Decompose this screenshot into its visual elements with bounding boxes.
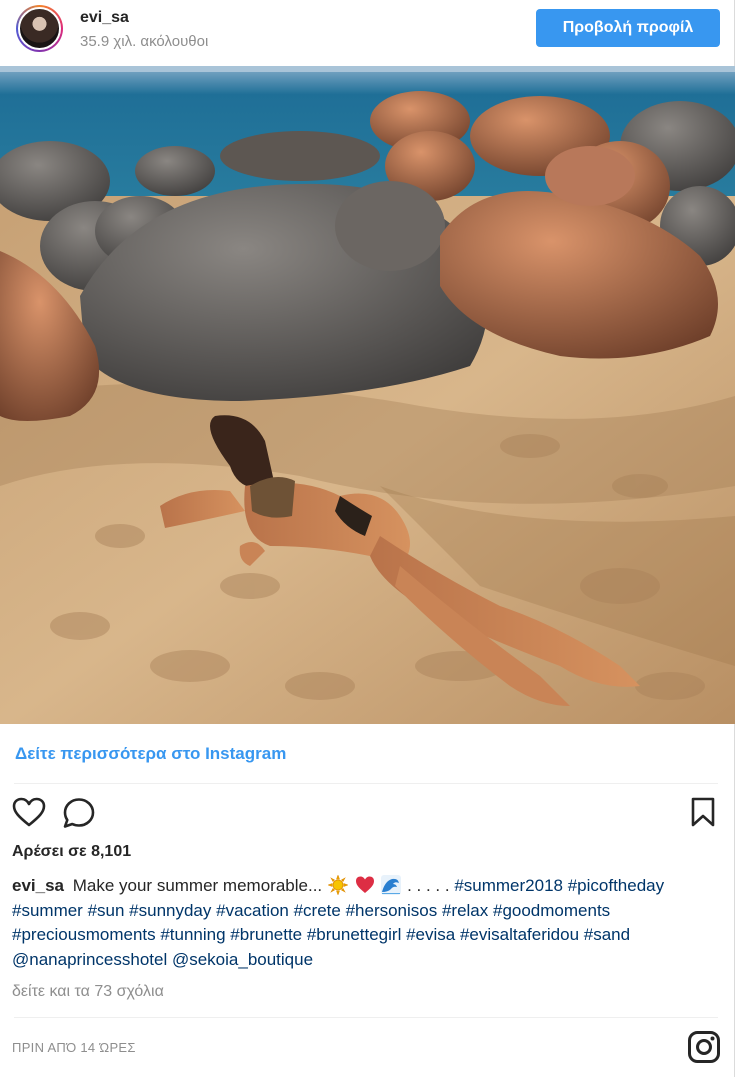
instagram-embed-card: evi_sa 35.9 χιλ. ακόλουθοι Προβολή προφί… (0, 0, 735, 1077)
caption-username[interactable]: evi_sa (12, 876, 64, 895)
follower-count: 35.9 χιλ. ακόλουθοι (80, 33, 209, 50)
wave-emoji-icon (381, 875, 402, 895)
like-count[interactable]: Αρέσει σε 8,101 (12, 843, 131, 861)
caption-text: Make your summer memorable... (72, 876, 323, 895)
avatar-image (18, 7, 61, 50)
caption-dots: . . . . . (407, 876, 450, 895)
beach-photo-image (0, 66, 735, 724)
view-more-on-instagram-link[interactable]: Δείτε περισσότερα στο Instagram (15, 744, 286, 764)
caption-mentions[interactable]: @nanaprincesshotel @sekoia_boutique (12, 950, 313, 969)
divider (14, 1017, 718, 1018)
profile-username[interactable]: evi_sa (80, 9, 129, 27)
view-profile-button[interactable]: Προβολή προφίλ (536, 9, 720, 47)
caption-hashtags-line2[interactable]: #summer #sun #sunnyday #vacation #crete … (12, 901, 610, 920)
view-comments-link[interactable]: δείτε και τα 73 σχόλια (12, 983, 164, 1001)
profile-avatar[interactable] (16, 5, 63, 52)
post-timestamp: ΠΡΙΝ ΑΠΌ 14 ΏΡΕΣ (12, 1040, 136, 1055)
caption-hashtags-line1[interactable]: #summer2018 #picoftheday (454, 876, 664, 895)
instagram-icon[interactable] (687, 1030, 721, 1069)
post-caption: evi_sa Make your summer memorable... . .… (12, 874, 724, 972)
post-photo[interactable] (0, 66, 735, 724)
divider (14, 783, 718, 784)
red-heart-emoji-icon (355, 876, 374, 893)
sun-emoji-icon (327, 875, 348, 895)
comment-icon[interactable] (62, 797, 96, 834)
heart-icon[interactable] (12, 797, 46, 832)
post-header: evi_sa 35.9 χιλ. ακόλουθοι Προβολή προφί… (0, 0, 735, 66)
caption-hashtags-line3[interactable]: #preciousmoments #tunning #brunette #bru… (12, 925, 630, 944)
bookmark-icon[interactable] (690, 797, 716, 832)
